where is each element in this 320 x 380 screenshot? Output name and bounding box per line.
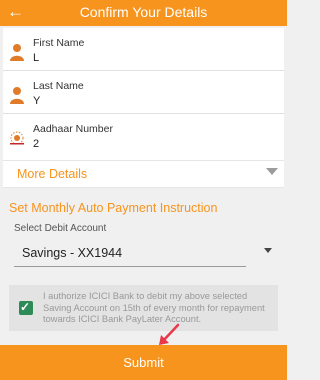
consent-box: ✓ I authorize ICICI Bank to debit my abo… — [9, 285, 278, 331]
aadhaar-icon — [10, 131, 24, 145]
detail-row-last-name: Last Name Y — [3, 71, 284, 114]
annotation-arrow-icon — [159, 323, 180, 345]
debit-account-value: Savings - XX1944 — [22, 246, 123, 260]
app-header: ← Confirm Your Details — [0, 0, 287, 26]
more-details-toggle[interactable]: More Details — [3, 160, 284, 188]
detail-value: 2 — [33, 138, 40, 150]
dropdown-arrow-icon[interactable] — [264, 248, 272, 253]
consent-text: I authorize ICICI Bank to debit my above… — [43, 291, 265, 324]
debit-account-label: Select Debit Account — [14, 223, 107, 234]
detail-label: First Name — [33, 37, 85, 49]
detail-row-aadhaar: Aadhaar Number 2 — [3, 114, 284, 156]
consent-checkbox[interactable]: ✓ — [19, 300, 33, 315]
detail-row-first-name: First Name L — [3, 28, 284, 71]
more-details-label: More Details — [17, 167, 88, 181]
person-icon — [10, 44, 24, 61]
auto-payment-title: Set Monthly Auto Payment Instruction — [9, 201, 218, 215]
submit-label: Submit — [123, 355, 164, 370]
page-title: Confirm Your Details — [79, 4, 208, 20]
detail-value: L — [33, 52, 40, 64]
submit-button[interactable]: Submit — [0, 345, 287, 380]
detail-label: Last Name — [33, 80, 84, 92]
person-icon — [10, 87, 24, 104]
triangle-down-icon — [266, 168, 278, 175]
debit-account-select[interactable]: Savings - XX1944 — [14, 240, 246, 267]
detail-label: Aadhaar Number — [33, 123, 113, 135]
detail-value: Y — [33, 95, 41, 107]
checkmark-icon: ✓ — [20, 300, 31, 314]
